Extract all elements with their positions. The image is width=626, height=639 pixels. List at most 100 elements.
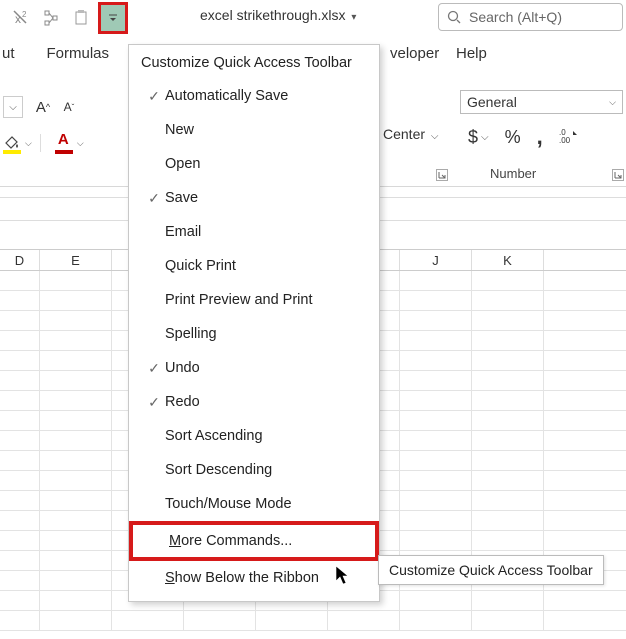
cell[interactable] bbox=[0, 571, 40, 590]
cell[interactable] bbox=[40, 611, 112, 630]
shrink-font-button[interactable]: Aˇ bbox=[57, 96, 81, 118]
cell[interactable] bbox=[400, 271, 472, 290]
cell[interactable] bbox=[40, 271, 112, 290]
cell[interactable] bbox=[472, 311, 544, 330]
number-format-dropdown[interactable]: General ⌵ bbox=[460, 90, 623, 114]
grow-font-button[interactable]: A^ bbox=[31, 96, 55, 118]
tab-partial-left[interactable]: ut bbox=[0, 39, 25, 68]
menu-item[interactable]: Touch/Mouse Mode bbox=[129, 487, 379, 521]
menu-item[interactable]: ✓Undo bbox=[129, 351, 379, 385]
menu-item[interactable]: Sort Descending bbox=[129, 453, 379, 487]
cell[interactable] bbox=[0, 551, 40, 570]
cell[interactable] bbox=[0, 291, 40, 310]
currency-button[interactable]: $⌵ bbox=[468, 127, 489, 148]
cell[interactable] bbox=[472, 391, 544, 410]
cell[interactable] bbox=[40, 411, 112, 430]
cell[interactable] bbox=[0, 371, 40, 390]
cell[interactable] bbox=[0, 391, 40, 410]
cell[interactable] bbox=[400, 331, 472, 350]
cell[interactable] bbox=[472, 271, 544, 290]
cell[interactable] bbox=[40, 311, 112, 330]
cell[interactable] bbox=[40, 451, 112, 470]
cell[interactable] bbox=[400, 591, 472, 610]
menu-item[interactable]: ✓Redo bbox=[129, 385, 379, 419]
col-header[interactable]: J bbox=[400, 250, 472, 270]
cell[interactable] bbox=[400, 291, 472, 310]
menu-item[interactable]: Print Preview and Print bbox=[129, 283, 379, 317]
cell[interactable] bbox=[472, 471, 544, 490]
cell[interactable] bbox=[0, 411, 40, 430]
cell[interactable] bbox=[472, 451, 544, 470]
tab-developer-partial[interactable]: veloper bbox=[380, 39, 449, 68]
cell[interactable] bbox=[328, 611, 400, 630]
cell[interactable] bbox=[40, 511, 112, 530]
font-color-button[interactable]: A ⌵ bbox=[55, 134, 84, 152]
cell[interactable] bbox=[400, 451, 472, 470]
cell[interactable] bbox=[0, 331, 40, 350]
menu-item[interactable]: ✓Automatically Save bbox=[129, 79, 379, 113]
chart-icon[interactable] bbox=[38, 5, 64, 31]
cell[interactable] bbox=[40, 591, 112, 610]
col-header[interactable]: D bbox=[0, 250, 40, 270]
cell[interactable] bbox=[472, 531, 544, 550]
cell[interactable] bbox=[472, 331, 544, 350]
alignment-group-launcher[interactable] bbox=[436, 166, 448, 184]
cell[interactable] bbox=[400, 311, 472, 330]
fill-color-button[interactable]: ⌵ bbox=[3, 134, 32, 152]
menu-item-more-commands[interactable]: More Commands... bbox=[129, 521, 379, 561]
cell[interactable] bbox=[400, 511, 472, 530]
cell[interactable] bbox=[400, 431, 472, 450]
menu-item[interactable]: New bbox=[129, 113, 379, 147]
cell[interactable] bbox=[0, 351, 40, 370]
cell[interactable] bbox=[472, 351, 544, 370]
percent-button[interactable]: % bbox=[505, 127, 521, 148]
cell[interactable] bbox=[472, 291, 544, 310]
cell[interactable] bbox=[40, 491, 112, 510]
menu-item[interactable]: Spelling bbox=[129, 317, 379, 351]
menu-item[interactable]: ✓Save bbox=[129, 181, 379, 215]
cell[interactable] bbox=[0, 431, 40, 450]
cell[interactable] bbox=[400, 411, 472, 430]
cell[interactable] bbox=[472, 411, 544, 430]
paste-icon[interactable] bbox=[68, 5, 94, 31]
cell[interactable] bbox=[0, 451, 40, 470]
cell[interactable] bbox=[472, 591, 544, 610]
cell[interactable] bbox=[0, 271, 40, 290]
col-header[interactable]: E bbox=[40, 250, 112, 270]
cell[interactable] bbox=[472, 511, 544, 530]
cell[interactable] bbox=[40, 351, 112, 370]
cell[interactable] bbox=[256, 611, 328, 630]
menu-item[interactable]: Open bbox=[129, 147, 379, 181]
strikethrough-icon[interactable]: x2 bbox=[8, 5, 34, 31]
cell[interactable] bbox=[472, 611, 544, 630]
merge-center-button[interactable]: Center ⌵ bbox=[383, 126, 439, 142]
cell[interactable] bbox=[40, 331, 112, 350]
tab-help[interactable]: Help bbox=[446, 39, 497, 68]
cell[interactable] bbox=[112, 611, 184, 630]
cell[interactable] bbox=[40, 291, 112, 310]
cell[interactable] bbox=[0, 311, 40, 330]
increase-decimal-button[interactable]: .0.00 bbox=[559, 128, 579, 147]
tab-formulas[interactable]: Formulas bbox=[37, 39, 120, 68]
number-group-launcher[interactable] bbox=[612, 166, 626, 180]
cell[interactable] bbox=[400, 391, 472, 410]
cell[interactable] bbox=[40, 371, 112, 390]
cell[interactable] bbox=[0, 611, 40, 630]
cell[interactable] bbox=[0, 491, 40, 510]
cell[interactable] bbox=[184, 611, 256, 630]
qat-customize-button[interactable] bbox=[101, 5, 125, 31]
col-header[interactable]: K bbox=[472, 250, 544, 270]
menu-item[interactable]: Quick Print bbox=[129, 249, 379, 283]
menu-item-show-below[interactable]: Show Below the Ribbon bbox=[129, 561, 379, 595]
cell[interactable] bbox=[400, 611, 472, 630]
comma-button[interactable]: , bbox=[537, 124, 543, 150]
cell[interactable] bbox=[400, 351, 472, 370]
cell[interactable] bbox=[40, 391, 112, 410]
cell[interactable] bbox=[472, 431, 544, 450]
cell[interactable] bbox=[40, 431, 112, 450]
cell[interactable] bbox=[0, 471, 40, 490]
cell[interactable] bbox=[40, 551, 112, 570]
search-input[interactable]: Search (Alt+Q) bbox=[438, 3, 623, 31]
cell[interactable] bbox=[400, 371, 472, 390]
menu-item[interactable]: Sort Ascending bbox=[129, 419, 379, 453]
